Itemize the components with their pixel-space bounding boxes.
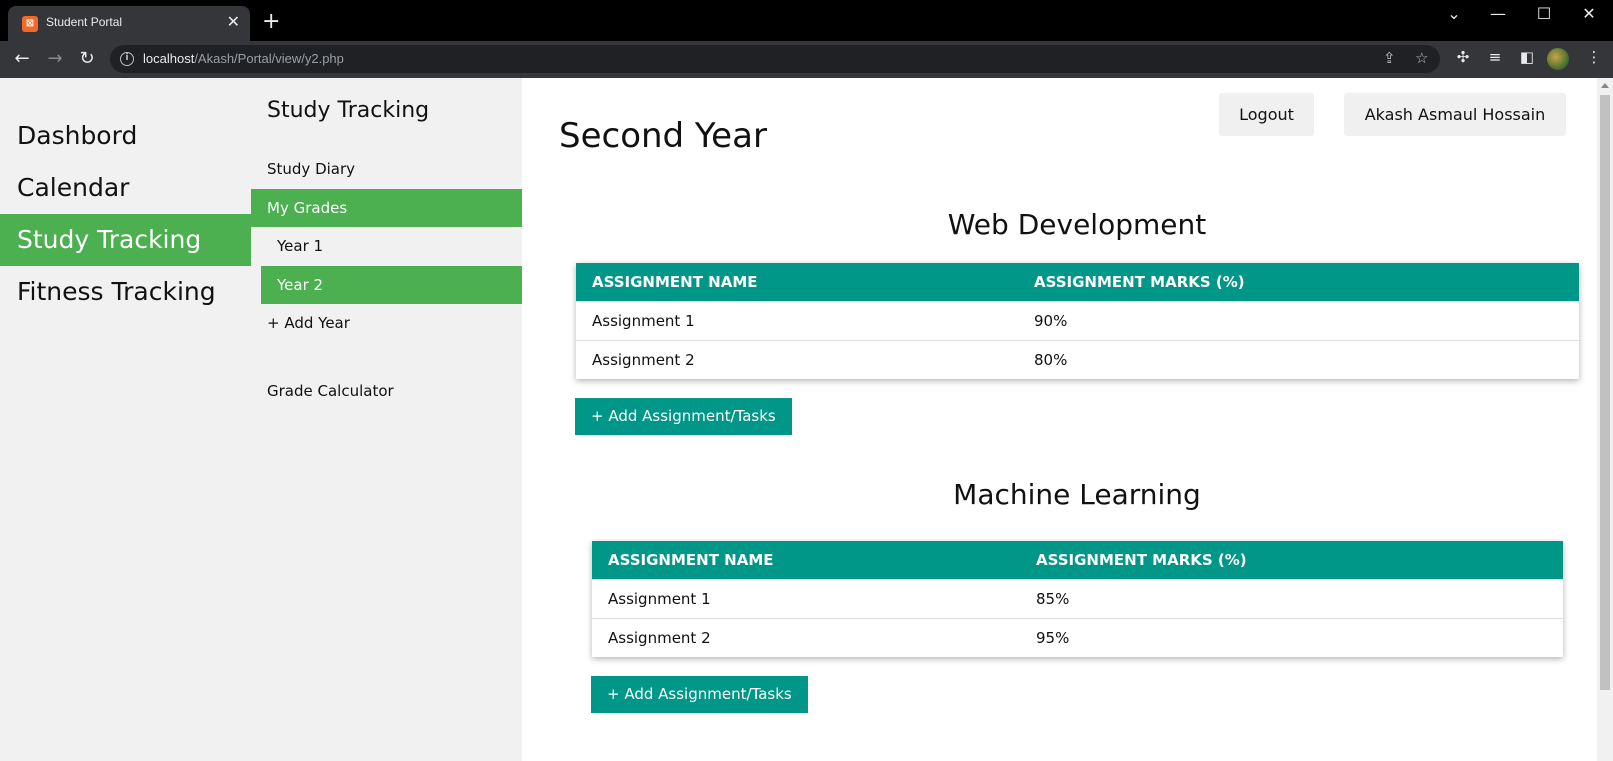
page-scrollbar[interactable] xyxy=(1597,78,1613,761)
new-tab-icon[interactable]: + xyxy=(262,10,280,34)
assignment-name-cell: Assignment 2 xyxy=(608,629,711,647)
share-icon[interactable]: ⇪ xyxy=(1383,49,1396,67)
subnav-item-study-diary[interactable]: Study Diary xyxy=(251,150,355,188)
table-header: ASSIGNMENT NAME ASSIGNMENT MARKS (%) xyxy=(592,541,1563,579)
reload-icon[interactable]: ↻ xyxy=(75,47,99,71)
assignment-name-cell: Assignment 1 xyxy=(592,312,695,330)
tab-title: Student Portal xyxy=(46,15,123,29)
assignment-marks-cell: 95% xyxy=(1036,629,1070,647)
page-viewport: Dashbord Calendar Study Tracking Fitness… xyxy=(0,78,1613,761)
side-panel-icon[interactable]: ◧ xyxy=(1516,48,1538,66)
site-info-icon[interactable]: i xyxy=(120,52,134,66)
profile-avatar[interactable] xyxy=(1547,48,1569,70)
forward-icon[interactable]: → xyxy=(43,47,67,71)
menu-kebab-icon[interactable]: ⋮ xyxy=(1583,48,1605,66)
table-row: Assignment 1 85% xyxy=(592,579,1563,618)
subnav-title: Study Tracking xyxy=(267,98,430,123)
subnav-item-year-2[interactable]: Year 2 xyxy=(261,266,522,304)
user-profile-button[interactable]: Akash Asmaul Hossain xyxy=(1344,93,1566,136)
scrollbar-thumb[interactable] xyxy=(1600,95,1610,690)
module-title-machine-learning: Machine Learning xyxy=(953,478,1201,511)
assignment-name-cell: Assignment 1 xyxy=(608,590,711,608)
add-assignment-button-web-development[interactable]: + Add Assignment/Tasks xyxy=(575,398,792,435)
main-sidebar: Dashbord Calendar Study Tracking Fitness… xyxy=(0,78,251,761)
col-header-assignment-name: ASSIGNMENT NAME xyxy=(608,551,774,569)
sidebar-item-calendar[interactable]: Calendar xyxy=(0,162,251,214)
col-header-assignment-name: ASSIGNMENT NAME xyxy=(592,273,758,291)
back-icon[interactable]: ← xyxy=(10,47,34,71)
web-development-table: ASSIGNMENT NAME ASSIGNMENT MARKS (%) Ass… xyxy=(576,263,1579,379)
col-header-assignment-marks: ASSIGNMENT MARKS (%) xyxy=(1034,273,1245,291)
url-text: localhost/Akash/Portal/view/y2.php xyxy=(143,51,344,66)
media-queue-icon[interactable]: ≡ xyxy=(1484,48,1506,66)
study-tracking-subnav: Study Tracking Study Diary My Grades Yea… xyxy=(251,78,522,761)
module-title-web-development: Web Development xyxy=(947,208,1207,241)
subnav-item-add-year[interactable]: + Add Year xyxy=(251,304,350,342)
page-title: Second Year xyxy=(559,116,767,156)
tab-search-icon[interactable]: ⌄ xyxy=(1434,4,1474,23)
assignment-marks-cell: 90% xyxy=(1034,312,1068,330)
main-content: Second Year Logout Akash Asmaul Hossain … xyxy=(522,78,1597,761)
xampp-favicon-icon: ⊠ xyxy=(22,16,38,32)
table-header: ASSIGNMENT NAME ASSIGNMENT MARKS (%) xyxy=(576,263,1579,301)
scroll-up-arrow-icon[interactable] xyxy=(1601,83,1609,88)
sidebar-item-dashboard[interactable]: Dashbord xyxy=(0,110,251,162)
minimize-icon[interactable]: — xyxy=(1478,4,1518,23)
extensions-icon[interactable]: ✣ xyxy=(1452,48,1474,66)
assignment-marks-cell: 85% xyxy=(1036,590,1070,608)
table-row: Assignment 2 80% xyxy=(576,340,1579,379)
sidebar-item-study-tracking[interactable]: Study Tracking xyxy=(0,214,251,266)
logout-button[interactable]: Logout xyxy=(1219,93,1314,136)
close-tab-icon[interactable]: ✕ xyxy=(227,13,240,31)
col-header-assignment-marks: ASSIGNMENT MARKS (%) xyxy=(1036,551,1247,569)
maximize-icon[interactable]: ☐ xyxy=(1524,4,1564,23)
machine-learning-table: ASSIGNMENT NAME ASSIGNMENT MARKS (%) Ass… xyxy=(592,541,1563,657)
table-row: Assignment 2 95% xyxy=(592,618,1563,657)
subnav-item-my-grades[interactable]: My Grades xyxy=(251,189,522,227)
assignment-marks-cell: 80% xyxy=(1034,351,1068,369)
bookmark-star-icon[interactable]: ☆ xyxy=(1415,49,1428,67)
add-assignment-button-machine-learning[interactable]: + Add Assignment/Tasks xyxy=(591,676,808,713)
subnav-item-grade-calculator[interactable]: Grade Calculator xyxy=(251,372,394,410)
sidebar-item-fitness-tracking[interactable]: Fitness Tracking xyxy=(0,266,251,318)
browser-tab[interactable]: ⊠ Student Portal ✕ xyxy=(8,6,250,41)
address-bar[interactable]: i localhost/Akash/Portal/view/y2.php ⇪ ☆ xyxy=(110,45,1440,73)
close-window-icon[interactable]: ✕ xyxy=(1569,4,1609,23)
subnav-item-year-1[interactable]: Year 1 xyxy=(261,227,323,265)
table-row: Assignment 1 90% xyxy=(576,301,1579,340)
assignment-name-cell: Assignment 2 xyxy=(592,351,695,369)
browser-toolbar: ← → ↻ i localhost/Akash/Portal/view/y2.p… xyxy=(0,41,1613,78)
browser-tabstrip: ⊠ Student Portal ✕ + ⌄ — ☐ ✕ xyxy=(0,0,1613,41)
